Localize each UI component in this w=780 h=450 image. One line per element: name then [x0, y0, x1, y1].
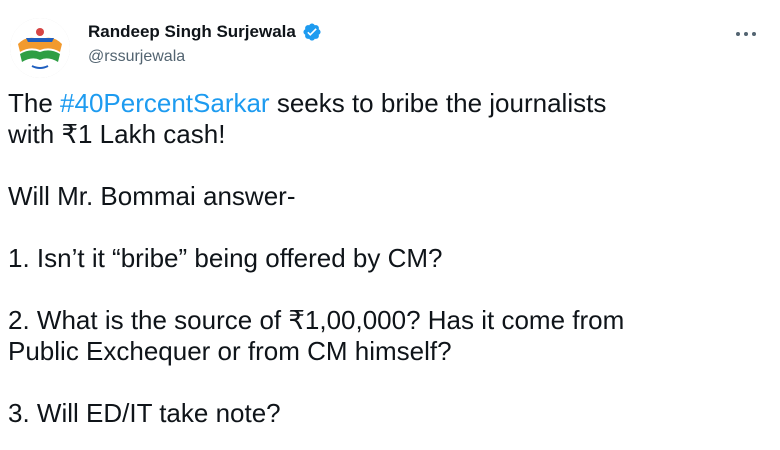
text-segment: seeks to bribe the journalists	[269, 88, 607, 118]
question-3: 3. Will ED/IT take note?	[8, 398, 281, 428]
display-name[interactable]: Randeep Singh Surjewala	[88, 22, 296, 42]
handle[interactable]: @rssurjewala	[88, 48, 185, 66]
tweet-card: Randeep Singh Surjewala @rssurjewala The…	[0, 0, 780, 450]
question-intro: Will Mr. Bommai answer-	[8, 181, 296, 211]
campaign-logo-avatar	[10, 18, 70, 78]
question-2-line-2: Public Exchequer or from CM himself?	[8, 336, 452, 366]
name-row: Randeep Singh Surjewala	[88, 22, 322, 42]
tweet-text: The #40PercentSarkar seeks to bribe the …	[8, 88, 773, 429]
verified-badge-icon	[303, 23, 321, 41]
more-options-icon[interactable]	[732, 24, 760, 44]
question-1: 1. Isn’t it “bribe” being offered by CM?	[8, 243, 443, 273]
tweet-line-1: The #40PercentSarkar seeks to bribe the …	[8, 88, 773, 119]
tweet-line-2: with ₹1 Lakh cash!	[8, 119, 226, 149]
question-2-line-1: 2. What is the source of ₹1,00,000? Has …	[8, 305, 625, 335]
text-segment: The	[8, 88, 61, 118]
tweet-header: Randeep Singh Surjewala @rssurjewala	[10, 14, 770, 78]
hashtag-link[interactable]: #40PercentSarkar	[60, 88, 270, 118]
avatar[interactable]	[10, 18, 70, 78]
